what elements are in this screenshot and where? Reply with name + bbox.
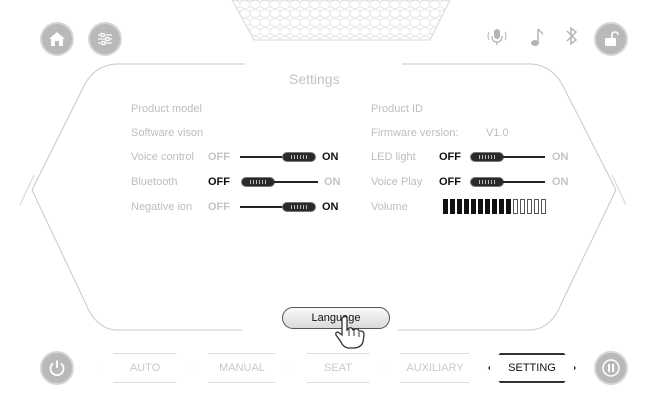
volume-bar <box>443 199 448 214</box>
voice-play-off-label: OFF <box>439 176 461 188</box>
bluetooth-label: Bluetooth <box>131 176 178 188</box>
tab-auxiliary[interactable]: AUXILIARY <box>389 353 481 383</box>
unlock-button[interactable] <box>594 22 628 56</box>
volume-slider[interactable] <box>443 199 546 214</box>
led-light-label: LED light <box>371 151 416 163</box>
tab-setting[interactable]: SETTING <box>488 353 576 383</box>
volume-bar <box>478 199 483 214</box>
toggle-knob[interactable] <box>282 152 316 162</box>
toggle-track <box>274 181 318 183</box>
firmware-version-value: V1.0 <box>486 127 509 139</box>
bluetooth-off-label: OFF <box>208 176 230 188</box>
power-icon <box>49 360 65 377</box>
negative-ion-label: Negative ion <box>131 201 193 213</box>
volume-bar <box>464 199 469 214</box>
tab-auto[interactable]: AUTO <box>102 353 188 383</box>
voice-control-label: Voice control <box>131 151 194 163</box>
software-version-label: Software vison <box>131 127 204 139</box>
volume-bar <box>485 199 490 214</box>
volume-label: Volume <box>371 201 408 213</box>
microphone-icon[interactable] <box>486 26 508 48</box>
page-title: Settings <box>289 71 340 87</box>
toggle-knob[interactable] <box>241 177 275 187</box>
toggle-track <box>240 156 284 158</box>
toggle-track <box>503 156 545 158</box>
volume-bar <box>527 199 532 214</box>
product-id-label: Product ID <box>371 103 423 115</box>
sliders-icon <box>98 32 112 46</box>
bluetooth-icon[interactable] <box>564 25 580 47</box>
pause-icon <box>602 359 620 377</box>
negative-ion-off-label: OFF <box>208 201 230 213</box>
toggle-knob[interactable] <box>470 177 504 187</box>
settings-sliders-button[interactable] <box>88 22 122 56</box>
voice-play-label: Voice Play <box>371 176 423 188</box>
home-icon <box>49 32 65 46</box>
bluetooth-on-label: ON <box>324 176 341 188</box>
volume-bar <box>450 199 455 214</box>
toggle-track <box>503 181 545 183</box>
volume-bar <box>471 199 476 214</box>
music-note-icon[interactable] <box>528 26 546 48</box>
volume-bar <box>506 199 511 214</box>
volume-bar <box>492 199 497 214</box>
unlock-icon <box>605 31 619 46</box>
volume-bar <box>457 199 462 214</box>
led-light-on-label: ON <box>552 151 569 163</box>
tab-manual[interactable]: MANUAL <box>197 353 287 383</box>
volume-bar <box>541 199 546 214</box>
power-button[interactable] <box>40 351 74 385</box>
volume-bar <box>520 199 525 214</box>
volume-bar <box>513 199 518 214</box>
pointer-hand-icon <box>335 315 365 349</box>
voice-control-off-label: OFF <box>208 151 230 163</box>
voice-control-on-label: ON <box>322 151 339 163</box>
pause-button[interactable] <box>594 351 628 385</box>
toggle-knob[interactable] <box>470 152 504 162</box>
settings-panel-frame <box>19 0 627 331</box>
home-button[interactable] <box>40 22 74 56</box>
toggle-knob[interactable] <box>282 202 316 212</box>
firmware-version-label: Firmware version: <box>371 127 459 139</box>
led-light-off-label: OFF <box>439 151 461 163</box>
voice-play-on-label: ON <box>552 176 569 188</box>
toggle-track <box>240 206 284 208</box>
tab-seat[interactable]: SEAT <box>295 353 381 383</box>
volume-bar <box>534 199 539 214</box>
negative-ion-on-label: ON <box>322 201 339 213</box>
volume-bar <box>499 199 504 214</box>
product-model-label: Product model <box>131 103 202 115</box>
